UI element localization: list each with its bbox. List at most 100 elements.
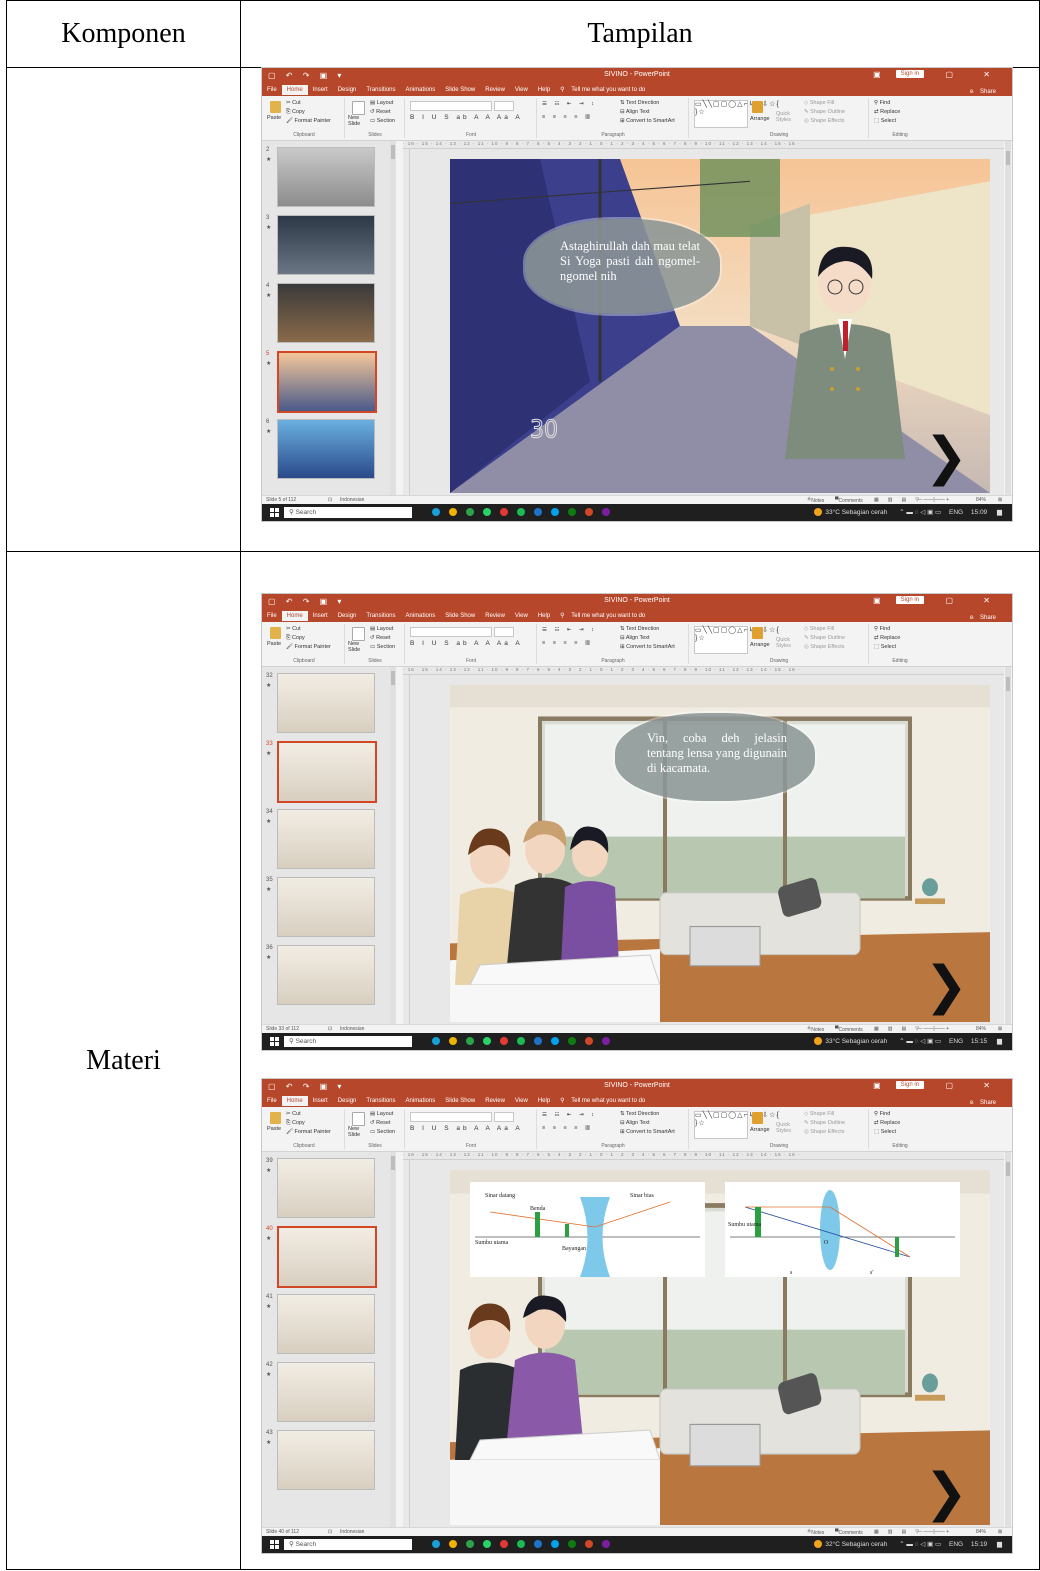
notification-icon[interactable]: ▆ bbox=[997, 509, 1002, 516]
shape-effects-button[interactable]: ◎ Shape Effects bbox=[804, 644, 844, 650]
shape-fill-button[interactable]: ◇ Shape Fill bbox=[804, 1111, 834, 1117]
tray-icons[interactable]: ⌃ ▬ ◌ ◁ ▣ ▭ bbox=[899, 1038, 941, 1045]
cut-button[interactable]: ✂ Cut bbox=[286, 626, 301, 632]
shape-effects-button[interactable]: ◎ Shape Effects bbox=[804, 118, 844, 124]
tray-icons[interactable]: ⌃ ▬ ◌ ◁ ▣ ▭ bbox=[899, 509, 941, 516]
current-slide[interactable]: 30 Astaghirullah dah mau telat Si Yoga p… bbox=[450, 159, 990, 493]
format-painter-button[interactable]: 🖌 Format Painter bbox=[286, 644, 331, 650]
tab-insert[interactable]: Insert bbox=[308, 85, 333, 95]
tab-transitions[interactable]: Transitions bbox=[361, 85, 400, 95]
tab-review[interactable]: Review bbox=[480, 85, 510, 95]
align-text-button[interactable]: ⊟ Align Text bbox=[620, 635, 650, 641]
arrange-icon[interactable] bbox=[752, 1112, 763, 1124]
copy-button[interactable]: ⎘ Copy bbox=[286, 635, 305, 642]
format-painter-button[interactable]: 🖌 Format Painter bbox=[286, 1129, 331, 1135]
slide-thumbnail[interactable] bbox=[277, 1158, 375, 1218]
font-name-box[interactable] bbox=[410, 101, 492, 111]
reset-button[interactable]: ↺ Reset bbox=[370, 109, 391, 115]
tab-animations[interactable]: Animations bbox=[401, 1096, 441, 1106]
new-slide-icon[interactable] bbox=[352, 627, 365, 641]
font-name-box[interactable] bbox=[410, 627, 492, 637]
notes-button[interactable]: ≜ Notes bbox=[807, 1026, 824, 1033]
notes-button[interactable]: ≜ Notes bbox=[807, 1529, 824, 1536]
language-indicator[interactable]: Indonesian bbox=[340, 497, 364, 503]
arrange-icon[interactable] bbox=[752, 101, 763, 113]
align-text-button[interactable]: ⊟ Align Text bbox=[620, 109, 650, 115]
clock[interactable]: 15:09 bbox=[971, 509, 987, 516]
tab-slide-show[interactable]: Slide Show bbox=[440, 85, 480, 95]
slide-thumbnail[interactable] bbox=[277, 877, 375, 937]
current-slide[interactable]: Vin, coba deh jelasin tentang lensa yang… bbox=[450, 685, 990, 1022]
tell-me-search[interactable]: ⚲ Tell me what you want to do bbox=[555, 1094, 655, 1108]
shapes-gallery[interactable]: ▭╲╲▢▢◯△⌐↳⇨⇩☆{ }☆ bbox=[694, 626, 779, 654]
tab-design[interactable]: Design bbox=[333, 85, 362, 95]
shape-effects-button[interactable]: ◎ Shape Effects bbox=[804, 1129, 844, 1135]
new-slide-icon[interactable] bbox=[352, 1112, 365, 1126]
reset-button[interactable]: ↺ Reset bbox=[370, 635, 391, 641]
zoom-level[interactable]: 84% bbox=[976, 1026, 986, 1032]
notification-icon[interactable]: ▆ bbox=[997, 1038, 1002, 1045]
slide-thumbnail[interactable] bbox=[277, 351, 377, 413]
slide-scrollbar[interactable] bbox=[1005, 1152, 1011, 1527]
layout-button[interactable]: ▤ Layout bbox=[370, 100, 393, 106]
spellcheck-icon[interactable]: ⊡ bbox=[328, 497, 332, 503]
bullet-buttons[interactable]: ☰ ☷ ⇤ ⇥ ↕ bbox=[542, 1112, 597, 1118]
taskbar-app-icons[interactable] bbox=[432, 1037, 619, 1047]
language-indicator[interactable]: Indonesian bbox=[340, 1026, 364, 1032]
convert-smartart-button[interactable]: ⊞ Convert to SmartArt bbox=[620, 118, 675, 124]
window-controls[interactable]: ▣ – ▢ ✕ bbox=[873, 70, 1004, 79]
text-direction-button[interactable]: ⇅ Text Direction bbox=[620, 1111, 659, 1117]
copy-button[interactable]: ⎘ Copy bbox=[286, 109, 305, 116]
align-buttons[interactable]: ≡ ≡ ≡ ≡ ▥ bbox=[542, 114, 593, 120]
quick-styles-button[interactable]: Quick Styles bbox=[776, 637, 798, 649]
taskbar-search-input[interactable]: ⚲ Search bbox=[284, 1539, 412, 1550]
shape-outline-button[interactable]: ✎ Shape Outline bbox=[804, 109, 845, 115]
find-button[interactable]: ⚲ Find bbox=[874, 100, 890, 106]
windows-start-icon[interactable] bbox=[270, 1540, 279, 1549]
thumbnail-scrollbar[interactable] bbox=[390, 1152, 396, 1527]
zoom-level[interactable]: 84% bbox=[976, 497, 986, 503]
tab-animations[interactable]: Animations bbox=[401, 611, 441, 621]
align-buttons[interactable]: ≡ ≡ ≡ ≡ ▥ bbox=[542, 640, 593, 646]
tab-home[interactable]: Home bbox=[281, 1096, 308, 1106]
text-direction-button[interactable]: ⇅ Text Direction bbox=[620, 626, 659, 632]
shape-outline-button[interactable]: ✎ Shape Outline bbox=[804, 635, 845, 641]
arrange-icon[interactable] bbox=[752, 627, 763, 639]
weather-text[interactable]: 33°C Sebagian cerah bbox=[825, 1038, 887, 1045]
slide-scrollbar[interactable] bbox=[1005, 667, 1011, 1024]
font-size-box[interactable] bbox=[494, 101, 514, 111]
fit-slide-icon[interactable]: ⊠ bbox=[998, 1529, 1002, 1535]
section-button[interactable]: ▭ Section bbox=[370, 1129, 395, 1135]
thumbnail-scrollbar[interactable] bbox=[390, 141, 396, 495]
taskbar-app-icons[interactable] bbox=[432, 1540, 619, 1550]
weather-text[interactable]: 32°C Sebagian cerah bbox=[825, 1541, 887, 1548]
windows-start-icon[interactable] bbox=[270, 508, 279, 517]
new-slide-button[interactable]: New Slide bbox=[348, 1126, 370, 1138]
font-format-buttons[interactable]: B I U S ab A A Aa A bbox=[410, 1125, 523, 1132]
weather-icon[interactable] bbox=[814, 1540, 823, 1549]
quick-styles-button[interactable]: Quick Styles bbox=[776, 1122, 798, 1134]
tell-me-search[interactable]: ⚲ Tell me what you want to do bbox=[555, 609, 655, 623]
tab-home[interactable]: Home bbox=[281, 611, 308, 621]
next-arrow-icon[interactable]: ❯ bbox=[924, 1467, 968, 1519]
find-button[interactable]: ⚲ Find bbox=[874, 1111, 890, 1117]
tab-file[interactable]: File bbox=[262, 611, 282, 621]
notes-button[interactable]: ≜ Notes bbox=[807, 497, 824, 504]
convert-smartart-button[interactable]: ⊞ Convert to SmartArt bbox=[620, 1129, 675, 1135]
shapes-gallery[interactable]: ▭╲╲▢▢◯△⌐↳⇨⇩☆{ }☆ bbox=[694, 1111, 779, 1139]
format-painter-button[interactable]: 🖌 Format Painter bbox=[286, 118, 331, 124]
weather-text[interactable]: 33°C Sebagian cerah bbox=[825, 509, 887, 516]
tab-home[interactable]: Home bbox=[281, 85, 308, 95]
section-button[interactable]: ▭ Section bbox=[370, 644, 395, 650]
next-arrow-icon[interactable]: ❯ bbox=[924, 960, 968, 1012]
spellcheck-icon[interactable]: ⊡ bbox=[328, 1529, 332, 1535]
font-format-buttons[interactable]: B I U S ab A A Aa A bbox=[410, 640, 523, 647]
tab-help[interactable]: Help bbox=[533, 1096, 555, 1106]
tab-help[interactable]: Help bbox=[533, 611, 555, 621]
layout-button[interactable]: ▤ Layout bbox=[370, 626, 393, 632]
tell-me-search[interactable]: ⚲ Tell me what you want to do bbox=[555, 83, 655, 97]
zoom-slider[interactable]: — ——|—— + bbox=[917, 1529, 949, 1535]
new-slide-button[interactable]: New Slide bbox=[348, 641, 370, 653]
current-slide[interactable]: Sinar datang Sinar bias Benda Bayangan Sumbu… bbox=[450, 1170, 990, 1525]
text-direction-button[interactable]: ⇅ Text Direction bbox=[620, 100, 659, 106]
